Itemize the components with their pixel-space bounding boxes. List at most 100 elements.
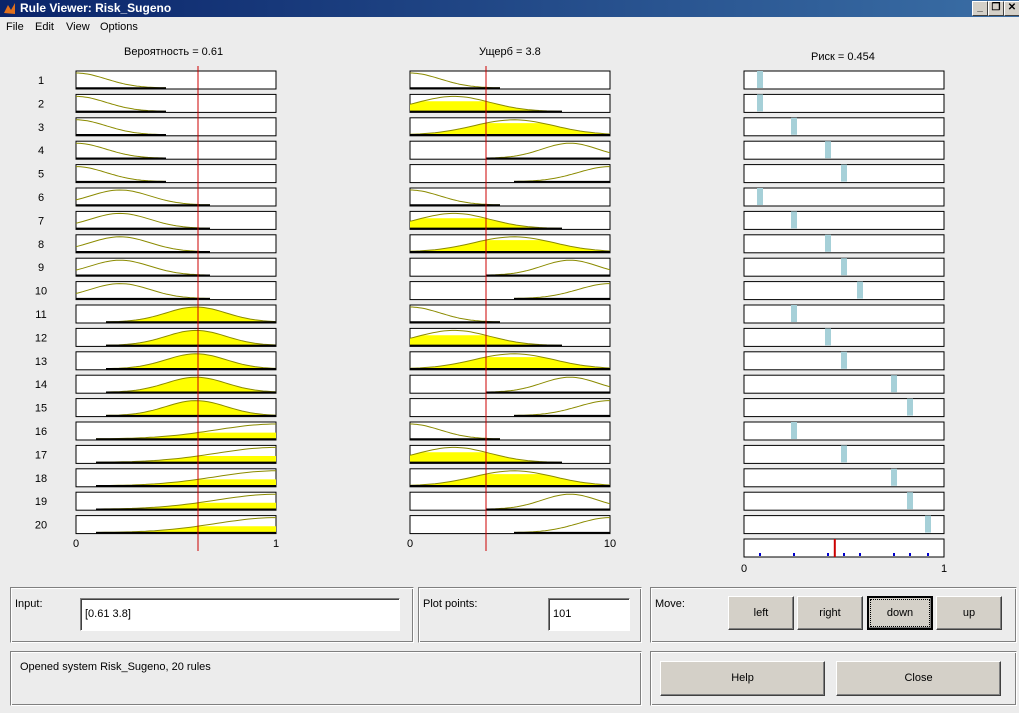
rule-number: 8 — [38, 239, 44, 251]
rule-number: 11 — [35, 309, 46, 321]
in1-axis-min: 0 — [73, 538, 79, 550]
rule-out-box — [743, 304, 945, 324]
in1-axis-max: 1 — [273, 538, 279, 550]
aggregate-spike — [759, 553, 761, 556]
aggregate-spike — [843, 553, 845, 556]
plot-points-panel: Plot points: 101 — [418, 587, 642, 643]
rule-out-bar — [841, 445, 847, 463]
rule-number: 7 — [38, 215, 44, 227]
in2-axis-max: 10 — [604, 538, 616, 550]
rule-out-box — [743, 234, 945, 254]
rule-number: 18 — [35, 473, 47, 485]
rule-in2-box — [409, 398, 611, 418]
rule-number: 13 — [35, 356, 47, 368]
rule-in1-box — [75, 281, 277, 301]
input-label: Input: — [15, 598, 43, 610]
rule-in2-box — [409, 187, 611, 207]
rule-out-box — [743, 468, 945, 488]
rule-out-box — [743, 491, 945, 511]
move-panel: Move: left right down up — [650, 587, 1017, 643]
rule-out-bar — [907, 398, 913, 416]
rule-in2-box — [409, 70, 611, 90]
plot-points-label: Plot points: — [423, 598, 478, 610]
move-right-button[interactable]: right — [797, 596, 863, 630]
rule-number: 10 — [35, 286, 47, 298]
rule-out-bar — [841, 258, 847, 276]
rule-in1-box — [75, 210, 277, 230]
rule-number: 12 — [35, 332, 47, 344]
rule-out-bar — [757, 71, 763, 88]
status-panel: Opened system Risk_Sugeno, 20 rules — [10, 651, 642, 706]
rule-out-bar — [825, 141, 831, 159]
rule-in1-box — [75, 140, 277, 160]
aggregate-spike — [793, 553, 795, 556]
move-label: Move: — [655, 598, 685, 610]
move-down-button[interactable]: down — [867, 596, 933, 630]
rule-number: 14 — [35, 379, 47, 391]
out-axis-min: 0 — [741, 563, 747, 575]
rule-out-box — [743, 421, 945, 441]
status-text: Opened system Risk_Sugeno, 20 rules — [20, 661, 211, 673]
aggregate-spike — [893, 553, 895, 556]
action-panel: Help Close — [650, 651, 1017, 706]
rule-out-box — [743, 93, 945, 113]
rule-in2-box — [409, 421, 611, 441]
help-button[interactable]: Help — [660, 661, 825, 696]
rule-out-bar — [857, 281, 863, 299]
rule-number: 6 — [38, 192, 44, 204]
aggregate-spike — [927, 553, 929, 556]
input-panel: Input: [0.61 3.8] — [10, 587, 414, 643]
rule-in1-box — [75, 93, 277, 113]
close-button[interactable]: Close — [836, 661, 1001, 696]
rule-number: 16 — [35, 426, 47, 438]
rule-number: 5 — [38, 169, 44, 181]
aggregate-spike — [859, 553, 861, 556]
rule-out-bar — [757, 188, 763, 205]
rule-out-bar — [791, 422, 797, 439]
rule-number: 15 — [35, 403, 47, 415]
out-axis-max: 1 — [941, 563, 947, 575]
rule-out-box — [743, 374, 945, 394]
rule-number: 9 — [38, 262, 44, 274]
in2-axis-min: 0 — [407, 538, 413, 550]
rule-out-bar — [825, 234, 831, 252]
rule-out-box — [743, 327, 945, 347]
rule-out-bar — [791, 305, 797, 322]
aggregate-spike — [827, 553, 829, 556]
rule-out-box — [743, 210, 945, 230]
rule-out-box — [743, 281, 945, 301]
rule-number: 20 — [35, 520, 47, 532]
rule-out-box — [743, 117, 945, 137]
rule-out-box — [743, 70, 945, 90]
rule-number: 17 — [35, 449, 47, 461]
rule-out-bar — [841, 351, 847, 369]
rule-in2-box — [409, 164, 611, 184]
rule-out-bar — [891, 375, 897, 393]
rule-in2-box — [409, 515, 611, 535]
rule-in1-box — [75, 164, 277, 184]
input-field[interactable]: [0.61 3.8] — [80, 598, 400, 631]
move-up-button[interactable]: up — [936, 596, 1002, 630]
rule-out-bar — [841, 164, 847, 182]
rule-out-bar — [907, 492, 913, 510]
rule-out-bar — [891, 468, 897, 486]
rule-out-bar — [825, 328, 831, 346]
move-left-button[interactable]: left — [728, 596, 794, 630]
rule-viewer-chart: 12345678910111213141516171819200 1 0 100 1 — [35, 66, 947, 575]
rule-out-bar — [925, 515, 931, 533]
rule-in1-box — [75, 257, 277, 277]
rule-in1-box — [75, 117, 277, 137]
rule-number: 3 — [38, 122, 44, 134]
rule-out-box — [743, 187, 945, 207]
rule-number: 19 — [35, 496, 47, 508]
rule-out-box — [743, 140, 945, 160]
rule-number: 4 — [38, 145, 44, 157]
plot-points-field[interactable]: 101 — [548, 598, 630, 631]
rule-out-box — [743, 515, 945, 535]
aggregate-spike — [909, 553, 911, 556]
rule-in1-box — [75, 70, 277, 90]
rule-out-box — [743, 398, 945, 418]
rule-out-bar — [757, 94, 763, 112]
rule-out-bar — [791, 211, 797, 229]
rule-in2-box — [409, 281, 611, 301]
